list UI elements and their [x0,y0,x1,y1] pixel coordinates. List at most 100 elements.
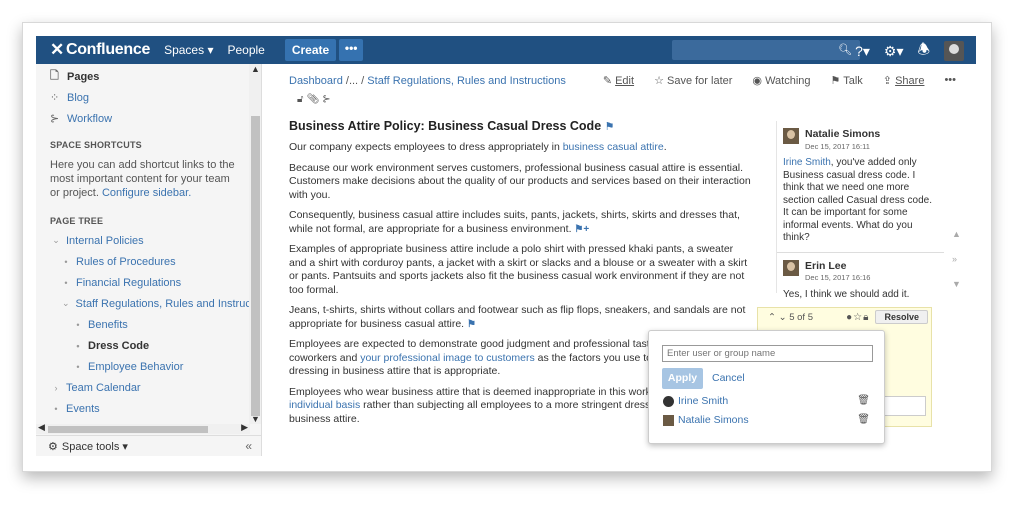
notifications-icon[interactable]: 🕭︎ [917,39,930,63]
create-button[interactable]: Create [284,39,337,61]
scroll-left-icon[interactable]: ◀ [38,422,45,433]
breadcrumb: Dashboard /... / Staff Regulations, Rule… [289,75,566,87]
tree-item-internal-policies[interactable]: ⌄ Internal Policies [36,230,250,251]
breadcrumb-dashboard[interactable]: Dashboard [289,75,343,87]
text: coworkers and [289,351,361,364]
professional-image-link[interactable]: your professional image to customers [360,352,535,364]
expand-icon[interactable]: › [52,383,60,393]
bullet-icon: • [64,256,68,267]
scroll-up-icon[interactable]: ▲ [251,64,260,74]
configure-sidebar-link[interactable]: Configure sidebar. [102,187,191,199]
comment-author[interactable]: Erin Lee [805,260,870,273]
tree-item-events[interactable]: • Events [36,398,250,419]
text: dressing in business attire that is appr… [289,365,501,377]
sidebar-item-label: Pages [67,70,100,83]
tree-item-staff-regulations[interactable]: ⌄ Staff Regulations, Rules and Instructi… [36,293,250,314]
share-button[interactable]: ⇪ Share [883,74,925,87]
prev-comment-icon[interactable]: ⌃ [768,312,779,323]
talk-marker-icon[interactable]: ⚑+ [574,224,589,235]
star-icon[interactable]: ☆ [853,312,863,323]
cancel-link[interactable]: Cancel [712,372,745,384]
comment-header: Erin Lee Dec 15, 2017 16:16 [783,259,938,285]
paragraph: Examples of appropriate business attire … [289,243,748,296]
tree-item-financial-regulations[interactable]: • Financial Regulations [36,272,250,293]
text: as the factors you use to as [534,351,667,364]
help-icon[interactable]: ?▾ [855,43,870,60]
talk-label: Talk [843,75,863,87]
sidebar-item-blog[interactable]: ⁘ Blog [36,87,250,108]
sidebar-content: 🗋︎ Pages ⁘ Blog ⊱ Workflow SPACE SHORTCU… [36,64,250,424]
edit-button[interactable]: ✎ Edit [603,74,634,87]
share-user-item[interactable]: Natalie Simons [663,414,749,426]
user-name: Natalie Simons [678,414,749,426]
sidebar-item-label: Blog [67,91,90,104]
tree-item-team-calendar[interactable]: › Team Calendar [36,377,250,398]
search-input[interactable]: 🔍︎ [672,40,860,60]
trash-icon[interactable]: 🗑︎ [857,414,870,425]
save-for-later-button[interactable]: ☆ Save for later [654,74,732,87]
tree-item-label: Internal Policies [66,234,144,247]
scroll-thumb[interactable] [251,116,260,416]
confluence-x-icon: ✕ [50,40,64,59]
down-arrow-icon[interactable]: ▼ [952,272,961,297]
lock-icon[interactable]: 🔒︎ [863,312,869,323]
paragraph: Consequently, business casual attire inc… [289,209,751,236]
tree-item-benefits[interactable]: • Benefits [36,314,250,335]
tree-item-label: Team Calendar [66,381,141,394]
mention-link[interactable]: Irine Smith [783,157,831,168]
next-comment-icon[interactable]: ⌄ [779,312,790,323]
scroll-thumb[interactable] [48,426,208,433]
breadcrumb-current[interactable]: Staff Regulations, Rules and Instruction… [367,75,566,87]
attachment-icon[interactable]: 📎︎ [306,94,322,105]
user-avatar[interactable] [944,41,964,61]
workflow-icon: ⊱ [50,113,60,125]
scroll-right-icon[interactable]: ▶ [241,422,248,433]
scroll-down-icon[interactable]: ▼ [251,414,260,424]
expand-icon[interactable]: ⌄ [52,235,60,246]
spaces-menu[interactable]: Spaces ▾ [164,43,213,57]
tree-item-rules-of-procedures[interactable]: • Rules of Procedures [36,251,250,272]
avatar [783,259,799,276]
user-search-input[interactable] [662,345,873,362]
sidebar-item-pages[interactable]: 🗋︎ Pages [36,66,250,87]
breadcrumb-ellipsis[interactable]: /... / [346,75,364,87]
settings-icon[interactable]: ⚙▾ [884,43,904,60]
collapse-sidebar-button[interactable]: « [245,439,252,453]
trash-icon[interactable]: 🗑︎ [857,395,870,406]
comment-body: Irine Smith, you've added only Business … [783,157,938,245]
up-arrow-icon[interactable]: ▲ [952,222,961,247]
tree-item-employee-behavior[interactable]: • Employee Behavior [36,356,250,377]
comment-author[interactable]: Natalie Simons [805,128,880,141]
create-more-button[interactable]: ••• [339,39,364,61]
business-casual-link[interactable]: business casual attire [563,141,664,153]
top-navigation: ✕ Confluence Spaces ▾ People Create ••• … [36,36,976,64]
space-tools-menu[interactable]: Space tools ▾ [62,440,128,453]
workflow-icon[interactable]: ⊱ [322,94,333,105]
talk-marker-icon[interactable]: ⚑ [605,121,615,133]
talk-button[interactable]: ⚑ Talk [831,74,863,87]
individual-basis-link[interactable]: individual basis [289,399,360,411]
sidebar-item-workflow[interactable]: ⊱ Workflow [36,108,250,129]
expand-icon[interactable]: ⌄ [62,298,70,309]
watching-button[interactable]: ◉ Watching [752,74,810,87]
pencil-icon: ✎ [602,75,616,87]
sidebar-horizontal-scrollbar[interactable]: ◀ ▶ [36,422,250,434]
paragraph: Our company expects employees to dress a… [289,141,751,155]
bullet-icon: • [76,319,80,330]
apply-button[interactable]: Apply [662,368,703,389]
bullet-icon: • [54,403,58,414]
share-popup: Apply Cancel Irine Smith 🗑︎ Natalie Simo… [648,330,885,444]
people-link[interactable]: People [227,43,264,57]
comment: Natalie Simons Dec 15, 2017 16:11 Irine … [777,121,944,252]
expand-panel-icon[interactable]: » [952,247,961,272]
comments-panel: Natalie Simons Dec 15, 2017 16:11 Irine … [776,121,944,300]
reply-input[interactable] [878,396,926,416]
sidebar-vertical-scrollbar[interactable]: ▲ ▼ [249,64,261,424]
tree-item-dress-code[interactable]: • Dress Code [36,335,250,356]
talk-marker-icon[interactable]: ⚑ [467,319,476,330]
share-user-item[interactable]: Irine Smith [663,395,728,407]
confluence-logo[interactable]: ✕ Confluence [36,40,150,60]
more-actions-button[interactable]: ••• [944,74,956,87]
resolve-button[interactable]: Resolve [875,310,928,324]
comment-body: Yes, I think we should add it. [783,288,910,300]
